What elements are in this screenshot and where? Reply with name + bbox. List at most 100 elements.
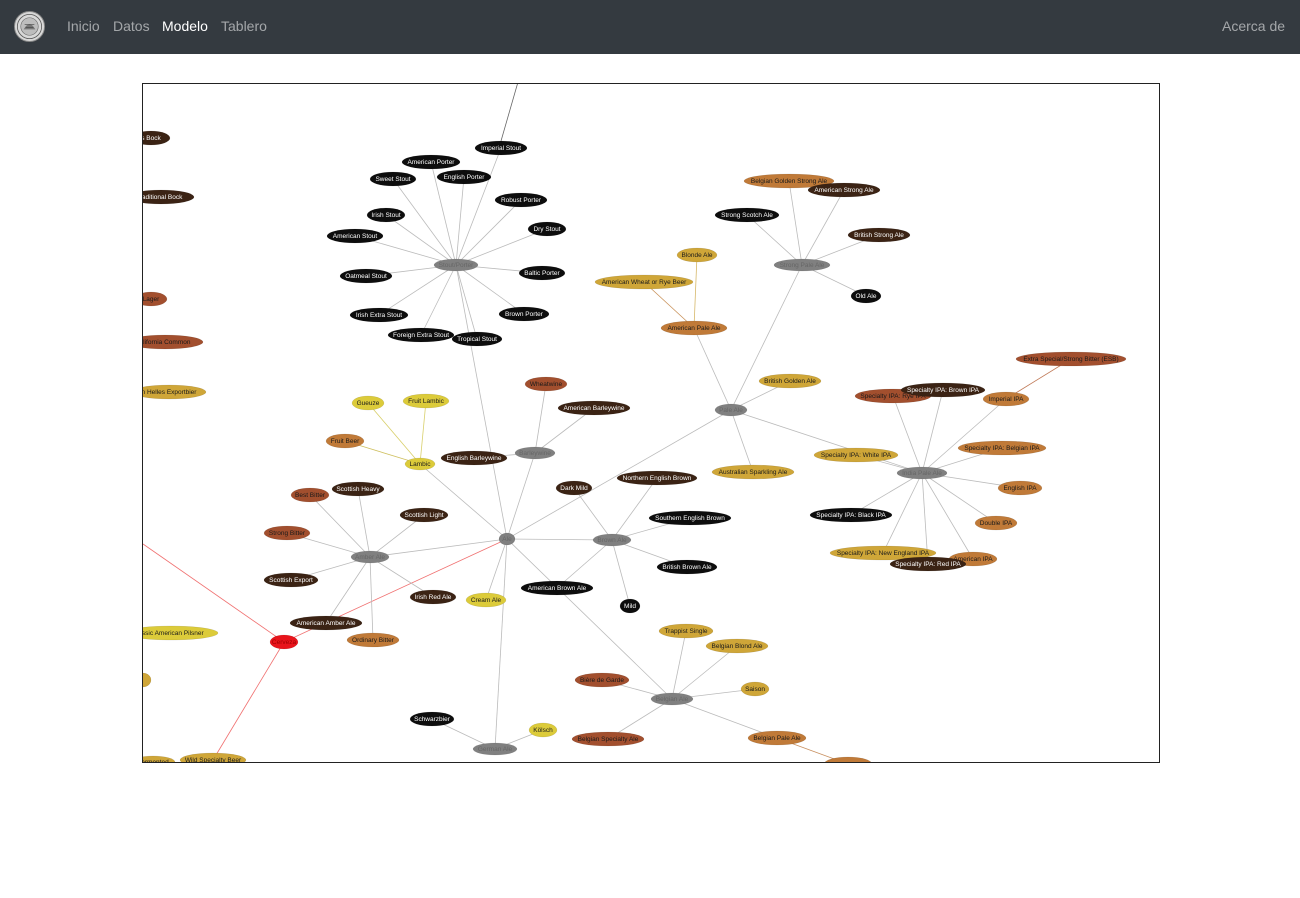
graph-edge bbox=[420, 264, 457, 336]
graph-node-ipa[interactable]: India Pale Ale bbox=[896, 466, 948, 480]
nav-link-datos[interactable]: Datos bbox=[113, 18, 150, 34]
graph-node-englishporter[interactable]: English Porter bbox=[436, 169, 492, 185]
graph-node-paleale[interactable]: Pale Ale bbox=[714, 403, 748, 417]
graph-node-mild[interactable]: Mild bbox=[619, 598, 641, 614]
graph-node-imperialipa[interactable]: Imperial IPA bbox=[982, 391, 1030, 407]
graph-node-tradbock[interactable]: raditional Bock bbox=[143, 189, 195, 205]
graph-node-esb[interactable]: Extra Special/Strong Bitter (ESB) bbox=[1015, 351, 1127, 367]
graph-node-wheatwine[interactable]: Wheatwine bbox=[524, 376, 568, 392]
nav-link-modelo[interactable]: Modelo bbox=[162, 18, 208, 34]
graph-node-fruitbeer[interactable]: Fruit Beer bbox=[325, 433, 365, 449]
graph-node-label: Specialty IPA: Black IPA bbox=[816, 512, 886, 519]
graph-node-belgianblond[interactable]: Belgian Blond Ale bbox=[705, 638, 769, 654]
graph-node-americanbrown[interactable]: American Brown Ale bbox=[520, 580, 594, 596]
graph-node-shape[interactable] bbox=[143, 672, 152, 688]
graph-node-englishbarleywine[interactable]: English Barleywine bbox=[440, 450, 508, 466]
graph-node-americanbarleywine[interactable]: American Barleywine bbox=[557, 400, 631, 416]
graph-node-californiacommon[interactable]: alifornia Common bbox=[143, 334, 204, 350]
graph-node-helles[interactable]: n Helles Exportbier bbox=[143, 384, 207, 400]
graph-node-redipa[interactable]: Specialty IPA: Red IPA bbox=[889, 556, 967, 572]
graph-node-sweetstout[interactable]: Sweet Stout bbox=[369, 171, 417, 187]
graph-node-ambercat[interactable]: Amber Ale bbox=[350, 550, 390, 564]
graph-node-ale[interactable]: Ale bbox=[498, 532, 516, 546]
graph-node-southernenglishbrown[interactable]: Southern English Brown bbox=[648, 510, 732, 526]
graph-canvas[interactable]: Ale Stout/Porter Strong Pale Ale Pale Ale In… bbox=[143, 84, 1159, 762]
graph-node-doubleipa[interactable]: Double IPA bbox=[974, 515, 1018, 531]
graph-node-darkmild[interactable]: Dark Mild bbox=[555, 480, 593, 496]
graph-node-americanpale[interactable]: American Pale Ale bbox=[660, 320, 728, 336]
graph-node-blonde[interactable]: Blonde Ale bbox=[676, 247, 718, 263]
graph-node-britishgolden[interactable]: British Golden Ale bbox=[758, 373, 822, 389]
graph-node-scottishheavy[interactable]: Scottish Heavy bbox=[331, 481, 385, 497]
graph-node-lambic[interactable]: Lambic bbox=[404, 457, 436, 471]
graph-node-balticporter[interactable]: Baltic Porter bbox=[518, 265, 566, 281]
graph-node-classicpils[interactable]: assic American Pilsner bbox=[143, 625, 219, 641]
graph-node-americanamber[interactable]: American Amber Ale bbox=[289, 615, 363, 631]
graph-node-ordinarybitter[interactable]: Ordinary Bitter bbox=[346, 632, 400, 648]
graph-node-imperialstout[interactable]: Imperial Stout bbox=[474, 140, 528, 156]
graph-node-wildspecialty[interactable]: Wild Specialty Beer bbox=[179, 752, 247, 762]
graph-node-americanstrong[interactable]: American Strong Ale bbox=[807, 182, 881, 198]
graph-node-belgian[interactable]: Belgian Ale bbox=[650, 692, 694, 706]
graph-node-label: American Strong Ale bbox=[814, 187, 874, 194]
graph-node-oatmealstout[interactable]: Oatmeal Stout bbox=[339, 268, 393, 284]
graph-node-label: Pale Ale bbox=[719, 407, 743, 414]
graph-node-fermented[interactable]: Fermented bbox=[143, 755, 176, 762]
graph-node-kolsch[interactable]: Kölsch bbox=[528, 722, 558, 738]
graph-node-germanale[interactable]: German Ale bbox=[472, 742, 518, 756]
graph-node-drystout[interactable]: Dry Stout bbox=[527, 221, 567, 237]
graph-node-barleywine[interactable]: Barleywine bbox=[514, 446, 556, 460]
graph-node-belgianipa[interactable]: Specialty IPA: Belgian IPA bbox=[957, 440, 1047, 456]
graph-node-britishstrong[interactable]: British Strong Ale bbox=[847, 227, 911, 243]
graph-edge bbox=[921, 389, 944, 474]
graph-node-blackipa[interactable]: Specialty IPA: Black IPA bbox=[809, 507, 893, 523]
graph-node-americanstout[interactable]: American Stout bbox=[326, 228, 384, 244]
graph-node-americanwheat[interactable]: American Wheat or Rye Beer bbox=[594, 274, 694, 290]
graph-edge bbox=[573, 487, 613, 541]
graph-node-irishextrastout[interactable]: Irish Extra Stout bbox=[349, 307, 409, 323]
graph-node-foreignextrastout[interactable]: Foreign Extra Stout bbox=[387, 327, 455, 343]
graph-node-belgianspecialty[interactable]: Belgian Specialty Ale bbox=[571, 731, 645, 747]
graph-node-strongscotch[interactable]: Strong Scotch Ale bbox=[714, 207, 780, 223]
graph-edge bbox=[369, 556, 374, 641]
graph-node-britishbrown[interactable]: British Brown Ale bbox=[656, 559, 718, 575]
graph-node-australiansparkling[interactable]: Australian Sparkling Ale bbox=[711, 464, 795, 480]
graph-node-schwarzbier[interactable]: Schwarzbier bbox=[409, 711, 455, 727]
beer-style-network-graph[interactable]: Ale Stout/Porter Strong Pale Ale Pale Ale In… bbox=[142, 83, 1160, 763]
nav-link-tablero[interactable]: Tablero bbox=[221, 18, 267, 34]
graph-node-brownipa[interactable]: Specialty IPA: Brown IPA bbox=[900, 382, 986, 398]
graph-node-strongpale[interactable]: Strong Pale Ale bbox=[773, 258, 831, 272]
graph-node-gueuze[interactable]: Gueuze bbox=[351, 395, 385, 411]
graph-node-fruitlambic[interactable]: Fruit Lambic bbox=[402, 393, 450, 409]
graph-node-label: Trappist Single bbox=[664, 628, 707, 635]
graph-node-bestbitter[interactable]: Best Bitter bbox=[290, 487, 330, 503]
graph-node-bieredegarde[interactable]: Bière de Garde bbox=[574, 672, 630, 688]
graph-node-tropicalstout[interactable]: Tropical Stout bbox=[451, 331, 503, 347]
graph-node-offleft[interactable] bbox=[143, 672, 152, 688]
graph-node-label: n Helles Exportbier bbox=[143, 389, 197, 396]
graph-node-belgianpale[interactable]: Belgian Pale Ale bbox=[747, 730, 807, 746]
graph-node-brownporter[interactable]: Brown Porter bbox=[498, 306, 550, 322]
graph-node-irishstout[interactable]: Irish Stout bbox=[366, 207, 406, 223]
graph-node-robustporter[interactable]: Robust Porter bbox=[494, 192, 548, 208]
graph-node-bock[interactable]: s Bock bbox=[143, 130, 171, 146]
graph-node-brownale[interactable]: Brown Ale bbox=[592, 533, 632, 547]
graph-node-lager[interactable]: Lager bbox=[143, 291, 168, 307]
graph-node-oldale[interactable]: Old Ale bbox=[850, 288, 882, 304]
graph-node-scottishexport[interactable]: Scottish Export bbox=[263, 572, 319, 588]
graph-node-creamale[interactable]: Cream Ale bbox=[465, 592, 507, 608]
nav-link-inicio[interactable]: Inicio bbox=[67, 18, 100, 34]
graph-node-stout[interactable]: Stout/Porter bbox=[433, 258, 479, 272]
graph-node-americanporter[interactable]: American Porter bbox=[401, 154, 461, 170]
graph-node-northernenglishbrown[interactable]: Northern English Brown bbox=[616, 470, 698, 486]
graph-node-beer[interactable]: Cerveza bbox=[269, 634, 299, 650]
seal-logo-icon[interactable] bbox=[13, 10, 46, 43]
graph-node-scottishlight[interactable]: Scottish Light bbox=[399, 507, 449, 523]
graph-node-englishipa[interactable]: English IPA bbox=[997, 480, 1043, 496]
graph-node-irishred[interactable]: Irish Red Ale bbox=[409, 589, 457, 605]
nav-link-acerca-de[interactable]: Acerca de bbox=[1222, 18, 1285, 34]
graph-node-saison[interactable]: Saison bbox=[740, 681, 770, 697]
graph-node-whiteipa[interactable]: Specialty IPA: White IPA bbox=[813, 447, 899, 463]
graph-node-strongbitter[interactable]: Strong Bitter bbox=[263, 525, 311, 541]
graph-node-trappist[interactable]: Trappist Single bbox=[658, 623, 714, 639]
